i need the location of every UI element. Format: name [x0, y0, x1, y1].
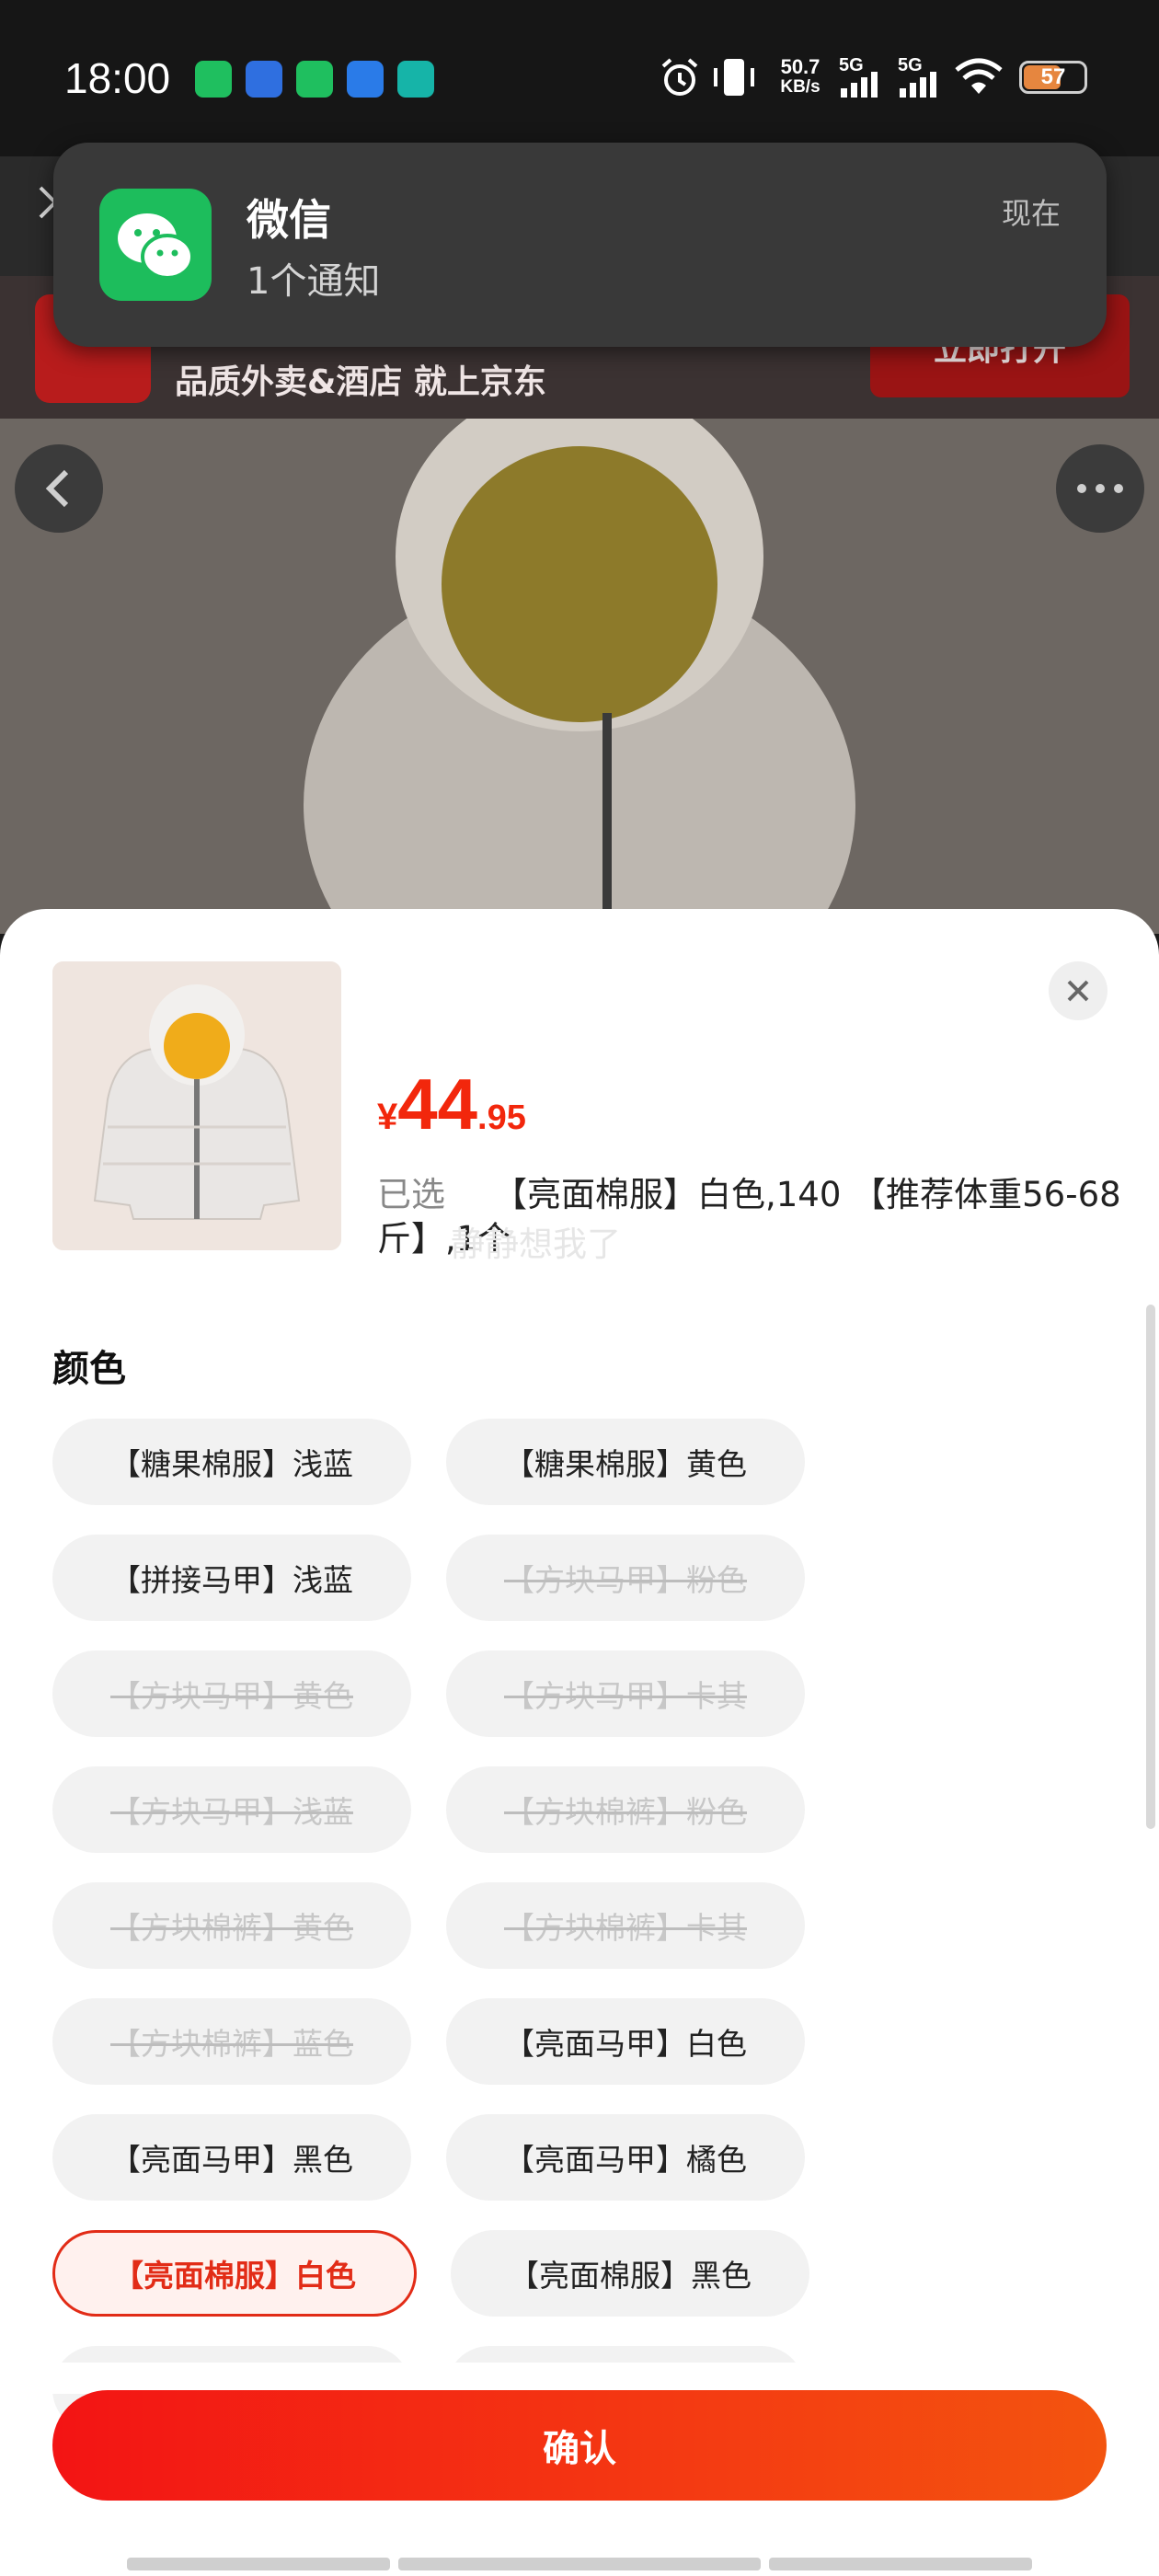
- selected-label: 已选: [377, 1175, 445, 1214]
- color-option-disabled[interactable]: 【方块棉裤】卡其: [446, 1882, 805, 1969]
- gesture-bar[interactable]: [398, 2558, 761, 2570]
- status-bar: 18:00 50.7 KB/s 5G 5G 57: [0, 0, 1159, 156]
- boss-app-icon: [397, 61, 434, 98]
- color-option-disabled[interactable]: 【方块棉裤】粉色: [446, 1766, 805, 1853]
- notification-app-name: 微信: [247, 195, 331, 245]
- vibrate-icon: [714, 59, 754, 96]
- color-option[interactable]: 【糖果棉服】黄色: [446, 1419, 805, 1505]
- signal-icon: [900, 72, 936, 98]
- alarm-icon: [661, 58, 698, 96]
- status-time: 18:00: [64, 54, 171, 102]
- overlay-text: 静静想我了: [451, 1225, 621, 1264]
- wechat-icon: [195, 61, 232, 98]
- color-option-disabled[interactable]: 【方块马甲】卡其: [446, 1650, 805, 1737]
- jacket-thumbnail-image: [52, 961, 341, 1250]
- color-option-disabled[interactable]: 【方块棉裤】黄色: [52, 1882, 411, 1969]
- color-option[interactable]: 【亮面马甲】黑色: [52, 2114, 411, 2201]
- price-decimal: .95: [477, 1098, 526, 1137]
- color-option[interactable]: 【亮面马甲】橘色: [446, 2114, 805, 2201]
- close-sheet-button[interactable]: [1049, 961, 1107, 1020]
- battery-icon: 57: [1019, 61, 1087, 94]
- notification-banner[interactable]: 微信 1个通知 现在: [53, 143, 1107, 347]
- color-option-disabled[interactable]: 【方块马甲】粉色: [446, 1535, 805, 1621]
- wifi-icon: [955, 58, 1003, 94]
- more-button[interactable]: [1056, 444, 1144, 533]
- signal-icon: [841, 72, 878, 98]
- product-hero-image: [0, 419, 1159, 934]
- ad-text: 品质外卖&酒店 就上京东: [175, 363, 546, 401]
- notification-time: 现在: [1001, 196, 1061, 231]
- notification-message: 1个通知: [247, 260, 381, 303]
- price-currency: ¥: [377, 1097, 398, 1137]
- color-option-selected[interactable]: 【亮面棉服】白色: [52, 2230, 417, 2317]
- price-integer: 44: [397, 1064, 478, 1144]
- color-option[interactable]: 【亮面马甲】白色: [446, 1998, 805, 2085]
- scrollbar[interactable]: [1146, 1305, 1155, 1829]
- jacket-image: [0, 419, 1159, 934]
- more-icon: [1077, 484, 1123, 493]
- wechat-icon: [296, 61, 333, 98]
- wechat-icon: [99, 189, 212, 301]
- gesture-bar[interactable]: [127, 2558, 390, 2570]
- confirm-button[interactable]: 确认: [52, 2390, 1107, 2501]
- list-fade: [0, 2363, 1159, 2394]
- color-option-disabled[interactable]: 【方块马甲】浅蓝: [52, 1766, 411, 1853]
- section-title-color: 颜色: [52, 1348, 126, 1390]
- gesture-bar[interactable]: [769, 2558, 1032, 2570]
- color-option[interactable]: 【拼接马甲】浅蓝: [52, 1535, 411, 1621]
- color-option[interactable]: 【糖果棉服】浅蓝: [52, 1419, 411, 1505]
- color-option-disabled[interactable]: 【方块棉裤】蓝色: [52, 1998, 411, 2085]
- net-speed: 50.7: [780, 55, 820, 78]
- battery-level: 57: [1040, 64, 1066, 89]
- color-option[interactable]: 【亮面棉服】黑色: [451, 2230, 809, 2317]
- color-option-disabled[interactable]: 【方块马甲】黄色: [52, 1650, 411, 1737]
- k-app-icon: [246, 61, 282, 98]
- net-speed-unit: KB/s: [780, 77, 820, 97]
- back-arrow-icon: [45, 469, 69, 508]
- product-thumbnail: [52, 961, 341, 1250]
- price: ¥44.95: [377, 1063, 526, 1146]
- close-icon: [1067, 980, 1089, 1002]
- back-button[interactable]: [15, 444, 103, 533]
- eyes-app-icon: [347, 61, 384, 98]
